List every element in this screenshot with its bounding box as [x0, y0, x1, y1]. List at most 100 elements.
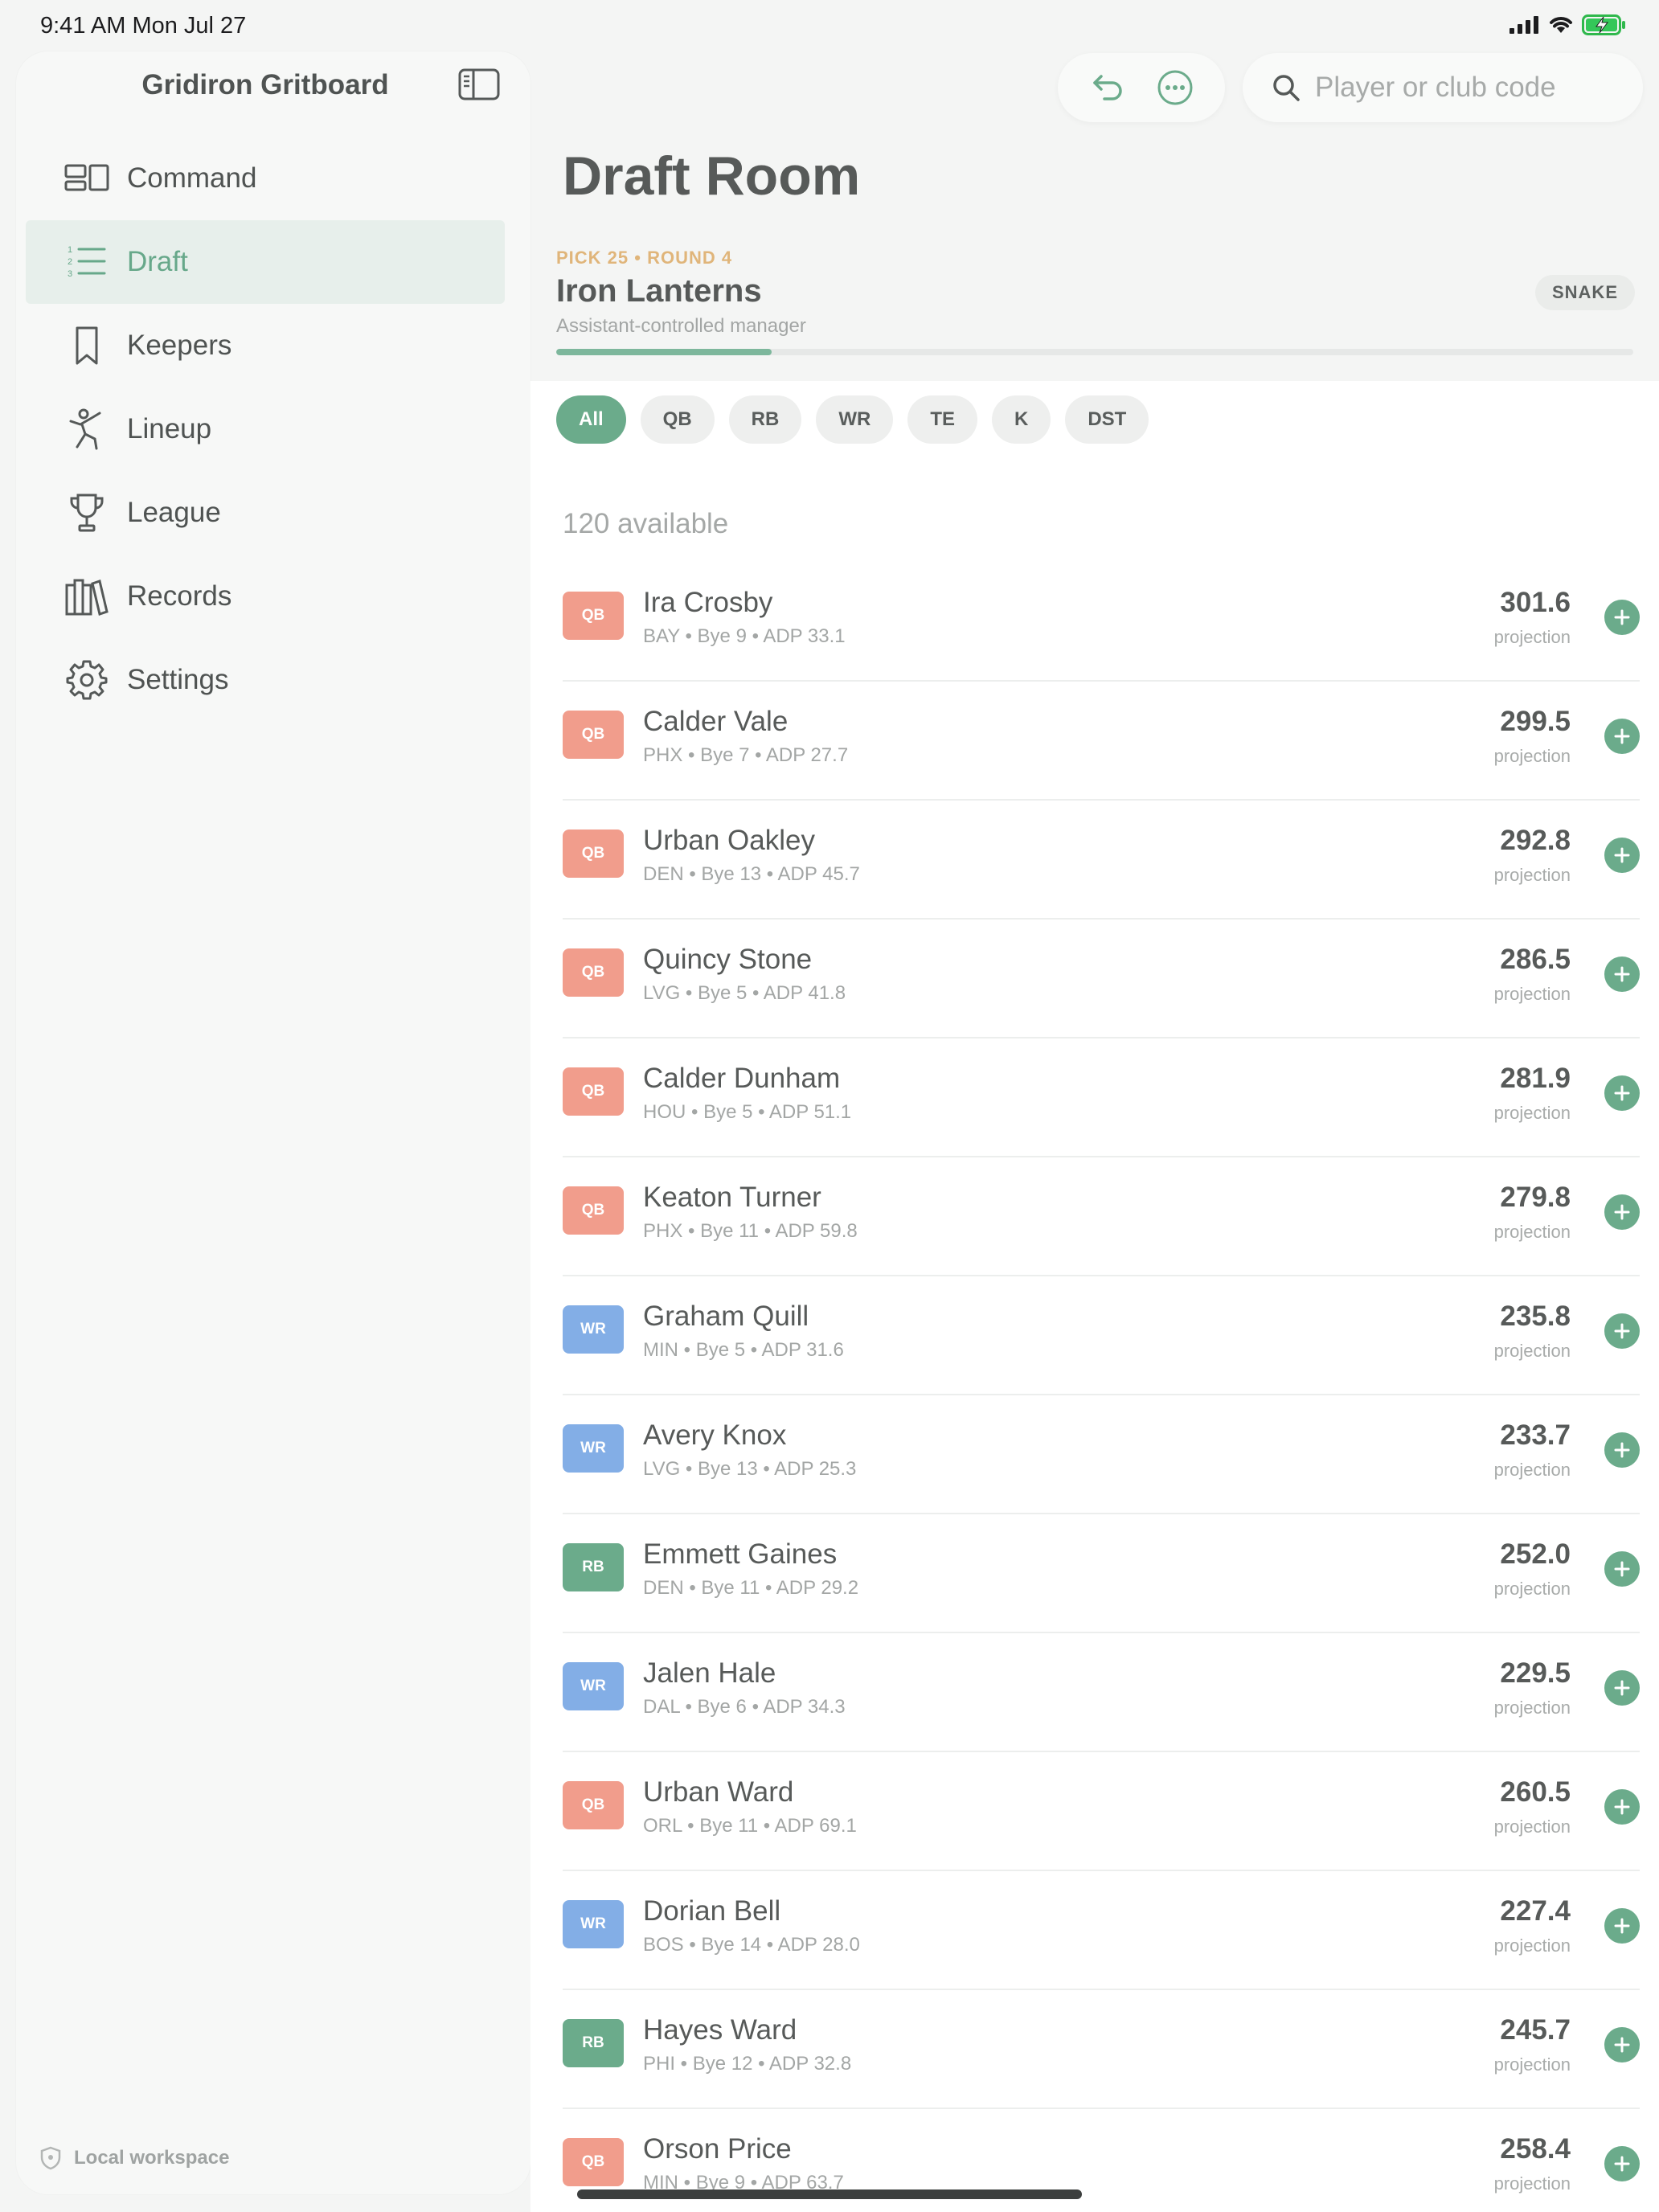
player-projection: 301.6 — [1500, 587, 1571, 618]
add-player-button[interactable] — [1604, 1908, 1640, 1944]
player-name: Emmett Gaines — [643, 1538, 838, 1570]
projection-label: projection — [1493, 1103, 1571, 1123]
sidebar-nav: Command 123 Draft Keepers Lineup League … — [26, 137, 505, 722]
player-row[interactable]: QB Ira Crosby BAY • Bye 9 • ADP 33.1 301.6 p… — [563, 563, 1640, 682]
sidebar-item-keepers[interactable]: Keepers — [26, 304, 505, 387]
sidebar-item-label: Records — [127, 580, 232, 612]
gear-icon — [63, 656, 111, 704]
plus-icon — [1614, 1323, 1630, 1339]
shield-icon — [40, 2146, 61, 2170]
filter-chip-te[interactable]: TE — [907, 395, 977, 444]
pick-label: PICK 25 • ROUND 4 — [556, 248, 733, 268]
player-meta: PHX • Bye 7 • ADP 27.7 — [643, 744, 849, 766]
player-row[interactable]: QB Quincy Stone LVG • Bye 5 • ADP 41.8 286.… — [563, 920, 1640, 1038]
add-player-button[interactable] — [1604, 1670, 1640, 1706]
player-projection: 245.7 — [1500, 2014, 1571, 2046]
add-player-button[interactable] — [1604, 1432, 1640, 1468]
sidebar-item-records[interactable]: Records — [26, 555, 505, 638]
search-icon — [1273, 75, 1300, 101]
sidebar-item-label: Keepers — [127, 330, 232, 361]
player-row[interactable]: QB Keaton Turner PHX • Bye 11 • ADP 59.8 27… — [563, 1157, 1640, 1276]
add-player-button[interactable] — [1604, 1194, 1640, 1230]
battery-charging-icon — [1582, 14, 1625, 35]
sidebar-item-lineup[interactable]: Lineup — [26, 387, 505, 471]
undo-button[interactable] — [1085, 65, 1130, 110]
position-badge: RB — [563, 1543, 624, 1591]
add-player-button[interactable] — [1604, 956, 1640, 992]
sidebar-toggle-button[interactable] — [458, 68, 500, 101]
player-row[interactable]: QB Calder Dunham HOU • Bye 5 • ADP 51.1 281… — [563, 1038, 1640, 1157]
add-player-button[interactable] — [1604, 2146, 1640, 2181]
player-row[interactable]: WR Jalen Hale DAL • Bye 6 • ADP 34.3 229.5 p… — [563, 1633, 1640, 1752]
player-projection: 229.5 — [1500, 1657, 1571, 1689]
position-badge: QB — [563, 592, 624, 640]
more-button[interactable] — [1153, 65, 1198, 110]
plus-icon — [1614, 1204, 1630, 1220]
player-meta: PHX • Bye 11 • ADP 59.8 — [643, 1220, 858, 1242]
team-subtitle: Assistant-controlled manager — [556, 315, 806, 337]
more-icon — [1157, 70, 1193, 105]
search-field[interactable] — [1243, 53, 1643, 122]
plus-icon — [1614, 1799, 1630, 1815]
player-row[interactable]: RB Emmett Gaines DEN • Bye 11 • ADP 29.2 25… — [563, 1514, 1640, 1633]
add-player-button[interactable] — [1604, 600, 1640, 635]
sidebar-item-draft[interactable]: 1 2 3 Draft — [26, 220, 505, 304]
add-player-button[interactable] — [1604, 1789, 1640, 1825]
position-badge: QB — [563, 830, 624, 878]
svg-text:1: 1 — [68, 245, 72, 255]
position-badge: WR — [563, 1900, 624, 1948]
home-indicator — [577, 2189, 1082, 2199]
filter-chip-qb[interactable]: QB — [640, 395, 715, 444]
add-player-button[interactable] — [1604, 719, 1640, 754]
player-meta: BOS • Bye 14 • ADP 28.0 — [643, 1934, 860, 1956]
add-player-button[interactable] — [1604, 2027, 1640, 2062]
player-meta: DEN • Bye 13 • ADP 45.7 — [643, 863, 860, 885]
filter-chip-all[interactable]: All — [556, 395, 626, 444]
sidebar-item-command[interactable]: Command — [26, 137, 505, 220]
add-player-button[interactable] — [1604, 1551, 1640, 1587]
filter-chip-k[interactable]: K — [992, 395, 1051, 444]
bookmark-icon — [63, 322, 111, 370]
projection-label: projection — [1493, 1817, 1571, 1837]
trophy-icon — [63, 489, 111, 537]
position-badge: QB — [563, 948, 624, 997]
player-row[interactable]: QB Calder Vale PHX • Bye 7 • ADP 27.7 299.5… — [563, 682, 1640, 801]
plus-icon — [1614, 1085, 1630, 1101]
player-name: Orson Price — [643, 2133, 792, 2165]
player-row[interactable]: QB Urban Oakley DEN • Bye 13 • ADP 45.7 292… — [563, 801, 1640, 920]
player-row[interactable]: WR Graham Quill MIN • Bye 5 • ADP 31.6 235.… — [563, 1276, 1640, 1395]
player-row[interactable]: WR Avery Knox LVG • Bye 13 • ADP 25.3 233.7… — [563, 1395, 1640, 1514]
app-title: Gridiron Gritboard — [141, 69, 389, 100]
signal-icon — [1509, 16, 1538, 34]
plus-icon — [1614, 1561, 1630, 1577]
position-badge: QB — [563, 711, 624, 759]
undo-icon — [1093, 75, 1122, 100]
status-time: 9:41 AM Mon Jul 27 — [40, 13, 247, 39]
plus-icon — [1614, 1680, 1630, 1696]
add-player-button[interactable] — [1604, 1075, 1640, 1111]
sidebar-item-label: League — [127, 497, 221, 528]
player-row[interactable]: WR Dorian Bell BOS • Bye 14 • ADP 28.0 227.… — [563, 1871, 1640, 1990]
search-input[interactable] — [1315, 72, 1620, 104]
filter-chip-rb[interactable]: RB — [728, 395, 802, 444]
sidebar-item-league[interactable]: League — [26, 471, 505, 555]
player-projection: 286.5 — [1500, 944, 1571, 975]
plus-icon — [1614, 2156, 1630, 2172]
status-bar: 9:41 AM Mon Jul 27 — [0, 0, 1659, 51]
filter-chip-wr[interactable]: WR — [816, 395, 894, 444]
player-meta: PHI • Bye 12 • ADP 32.8 — [643, 2053, 852, 2075]
player-meta: BAY • Bye 9 • ADP 33.1 — [643, 625, 846, 647]
player-row[interactable]: QB Urban Ward ORL • Bye 11 • ADP 69.1 260.5… — [563, 1752, 1640, 1871]
position-badge: RB — [563, 2019, 624, 2067]
sidebar-item-label: Draft — [127, 246, 188, 277]
player-meta: MIN • Bye 5 • ADP 31.6 — [643, 1339, 844, 1361]
add-player-button[interactable] — [1604, 1313, 1640, 1349]
plus-icon — [1614, 1918, 1630, 1934]
add-player-button[interactable] — [1604, 838, 1640, 873]
player-projection: 258.4 — [1500, 2133, 1571, 2165]
filter-chip-dst[interactable]: DST — [1065, 395, 1149, 444]
player-row[interactable]: RB Hayes Ward PHI • Bye 12 • ADP 32.8 245.7… — [563, 1990, 1640, 2109]
sidebar-item-settings[interactable]: Settings — [26, 638, 505, 722]
player-name: Keaton Turner — [643, 1182, 821, 1213]
player-projection: 279.8 — [1500, 1182, 1571, 1213]
